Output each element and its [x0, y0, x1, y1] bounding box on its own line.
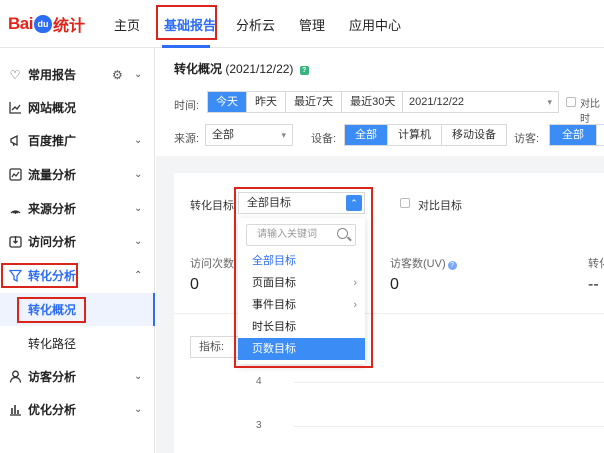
time-option-yesterday[interactable]: 昨天 [247, 92, 286, 112]
annotation-box-sidebar-conversion [1, 263, 78, 288]
visitor-option-all[interactable]: 全部 [550, 125, 597, 145]
visitor-label: 访客: [514, 133, 540, 145]
time-option-today[interactable]: 今天 [208, 92, 247, 112]
metric-label-text: 访问次数 [190, 258, 234, 270]
date-picker[interactable]: 2021/12/22 ▾ [402, 91, 559, 113]
megaphone-icon [8, 134, 22, 148]
filter-panel: 转化概况 (2021/12/22) ? 时间: 今天 昨天 最近7天 最近30天… [156, 48, 604, 156]
compare-target-label: 对比目标 [418, 200, 462, 212]
date-value: 2021/12/22 [409, 96, 465, 108]
device-label: 设备: [311, 133, 337, 145]
chevron-down-icon: ⌄ [134, 203, 143, 214]
grid-line [294, 426, 604, 427]
chevron-down-icon: ⌄ [134, 169, 143, 180]
y-axis-tick: 4 [256, 376, 262, 387]
sidebar-item-label: 优化分析 [28, 403, 77, 417]
sidebar-item-common-reports[interactable]: ♡ 常用报告 ⚙ ⌄ [0, 58, 155, 91]
time-range-selector: 今天 昨天 最近7天 最近30天 [207, 91, 405, 113]
sidebar-item-label: 访问分析 [28, 235, 77, 249]
chevron-up-icon: ⌃ [134, 270, 143, 281]
metric-conversion-value: -- [588, 276, 599, 293]
metric-conversion-label: 转化 [588, 258, 604, 270]
visitor-selector: 全部 [549, 124, 604, 146]
enter-icon [8, 235, 22, 249]
conversion-target-label: 转化目标 [190, 200, 234, 212]
baidu-tongji-logo[interactable]: Bai du 统计 [8, 12, 85, 36]
sidebar-item-visit-analysis[interactable]: 访问分析 ⌄ [0, 225, 155, 258]
device-option-computer[interactable]: 计算机 [388, 125, 442, 145]
main-content: 转化概况 (2021/12/22) ? 时间: 今天 昨天 最近7天 最近30天… [156, 48, 604, 453]
compare-time-label: 对比时 [580, 99, 600, 125]
device-option-mobile[interactable]: 移动设备 [442, 125, 506, 145]
help-icon[interactable]: ? [447, 261, 457, 270]
visitor-option-more[interactable] [597, 125, 604, 145]
chevron-down-icon: ▾ [281, 130, 286, 140]
sidebar-item-label: 流量分析 [28, 168, 77, 182]
sidebar-item-label: 来源分析 [28, 202, 77, 216]
annotation-box-nav [156, 5, 217, 40]
radar-icon [8, 202, 22, 216]
chart-line-icon [8, 101, 22, 115]
bar-chart-icon [8, 403, 22, 417]
source-value: 全部 [212, 129, 234, 141]
annotation-box-sidebar-overview [17, 297, 86, 323]
time-label: 时间: [174, 100, 200, 112]
nav-manage[interactable]: 管理 [299, 15, 325, 34]
nav-home[interactable]: 主页 [114, 15, 140, 34]
chevron-down-icon: ⌄ [134, 404, 143, 415]
gear-icon[interactable]: ⚙ [112, 68, 123, 82]
compare-time-checkbox[interactable] [566, 97, 576, 107]
chevron-down-icon: ⌄ [134, 135, 143, 146]
sidebar-subitem-label: 转化路径 [28, 337, 77, 351]
heart-icon: ♡ [9, 67, 21, 82]
sidebar-item-traffic-analysis[interactable]: 流量分析 ⌄ [0, 158, 155, 191]
sidebar-item-label: 常用报告 [28, 68, 77, 82]
paw-icon: du [33, 15, 52, 33]
sidebar-item-label: 百度推广 [28, 134, 77, 148]
device-option-all[interactable]: 全部 [345, 125, 388, 145]
compare-target-checkbox[interactable] [400, 198, 410, 208]
chevron-down-icon: ⌄ [134, 236, 143, 247]
metric-label-text: 访客数(UV) [390, 258, 446, 270]
user-icon [8, 370, 22, 384]
source-label: 来源: [174, 133, 200, 145]
time-option-30days[interactable]: 最近30天 [342, 92, 404, 112]
chevron-down-icon: ▾ [547, 97, 552, 107]
image-chart-icon [8, 168, 22, 182]
sidebar: ♡ 常用报告 ⚙ ⌄ 网站概况 百度推广 ⌄ 流量分析 ⌄ 来源分析 ⌄ 访问分… [0, 48, 155, 453]
metric-visits-value: 0 [190, 276, 199, 293]
chevron-down-icon: ⌄ [134, 69, 143, 80]
indicator-label: 指标: [199, 341, 225, 353]
metric-uv-value: 0 [390, 276, 399, 293]
page-title-text: 转化概况 [174, 62, 223, 76]
sidebar-item-label: 访客分析 [28, 370, 77, 384]
sidebar-item-label: 网站概况 [28, 101, 77, 115]
sidebar-item-visitor-analysis[interactable]: 访客分析 ⌄ [0, 360, 155, 393]
grid-line [294, 382, 604, 383]
sidebar-item-source-analysis[interactable]: 来源分析 ⌄ [0, 192, 155, 225]
sidebar-item-site-overview[interactable]: 网站概况 [0, 91, 155, 124]
top-nav: Bai du 统计 主页 基础报告 分析云 管理 应用中心 [0, 0, 604, 48]
device-selector: 全部 计算机 移动设备 [344, 124, 507, 146]
y-axis-tick: 3 [256, 420, 262, 431]
page-title-date: (2021/12/22) [225, 62, 294, 76]
source-select[interactable]: 全部 ▾ [205, 124, 293, 146]
time-option-7days[interactable]: 最近7天 [286, 92, 343, 112]
annotation-box-dropdown [234, 187, 373, 368]
sidebar-item-optimization-analysis[interactable]: 优化分析 ⌄ [0, 393, 155, 426]
sidebar-subitem-conversion-path[interactable]: 转化路径 [0, 327, 155, 360]
nav-analytics-cloud[interactable]: 分析云 [236, 15, 275, 34]
nav-app-center[interactable]: 应用中心 [349, 15, 401, 34]
chevron-down-icon: ⌄ [134, 371, 143, 382]
logo-tongji: 统计 [52, 18, 85, 35]
sidebar-item-baidu-promotion[interactable]: 百度推广 ⌄ [0, 124, 155, 157]
metric-visits-label: 访问次数 [190, 255, 234, 271]
metric-uv-label: 访客数(UV)? [390, 255, 457, 271]
page-title: 转化概况 (2021/12/22) ? [174, 60, 309, 77]
logo-bai: Bai [8, 14, 33, 33]
info-badge-icon[interactable]: ? [299, 66, 309, 75]
